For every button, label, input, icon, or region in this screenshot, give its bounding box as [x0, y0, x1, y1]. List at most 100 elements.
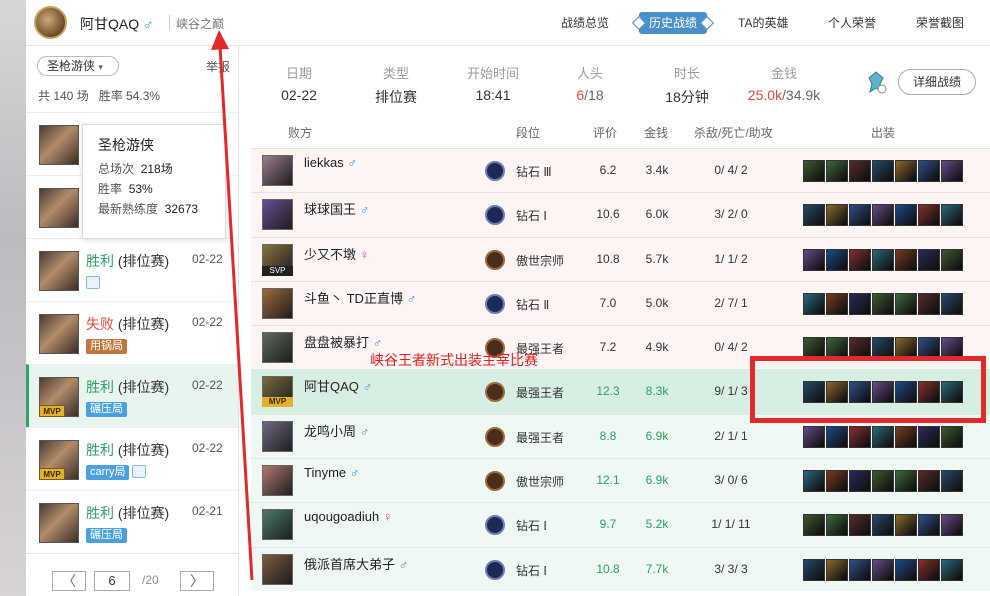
player-avatar[interactable] [262, 509, 293, 541]
item-icon[interactable] [826, 425, 848, 448]
item-icon[interactable] [803, 514, 825, 537]
item-icon[interactable] [895, 292, 917, 315]
item-icon[interactable] [803, 248, 825, 271]
item-icon[interactable] [826, 292, 848, 315]
player-avatar[interactable] [262, 465, 293, 497]
item-icon[interactable] [803, 470, 825, 493]
item-icon[interactable] [803, 204, 825, 227]
item-icon[interactable] [941, 558, 963, 581]
player-avatar[interactable] [262, 155, 293, 186]
prev-page-button[interactable]: 〈 [52, 571, 86, 591]
item-icon[interactable] [872, 248, 894, 271]
player-name[interactable]: 俄派首席大弟子 [304, 557, 395, 572]
item-icon[interactable] [895, 514, 917, 537]
item-icon[interactable] [826, 558, 848, 581]
item-icon[interactable] [872, 514, 894, 537]
table-row[interactable]: liekkas ♂ 钻石 Ⅲ 6.2 3.4k 0/ 4/ 2 [251, 148, 990, 193]
item-icon[interactable] [826, 248, 848, 271]
hero-filter-select[interactable]: 圣枪游侠 ▾ [37, 56, 119, 76]
item-icon[interactable] [941, 425, 963, 448]
item-icon[interactable] [849, 514, 871, 537]
page-number-input[interactable]: 6 [94, 571, 130, 591]
item-icon[interactable] [941, 470, 963, 493]
item-icon[interactable] [941, 292, 963, 315]
item-icon[interactable] [849, 425, 871, 448]
tab-heroes[interactable]: TA的英雄 [738, 12, 788, 34]
item-icon[interactable] [826, 160, 848, 182]
report-link[interactable]: 举报 [206, 58, 230, 75]
item-icon[interactable] [918, 292, 940, 315]
item-icon[interactable] [895, 470, 917, 493]
player-avatar[interactable] [262, 287, 293, 319]
player-name[interactable]: uqougoadiuh [304, 509, 379, 524]
match-item[interactable]: 失败 (排位赛) 02-22 用锅局 [26, 301, 238, 364]
item-icon[interactable] [895, 558, 917, 581]
item-icon[interactable] [918, 425, 940, 448]
tab-honor[interactable]: 个人荣誉 [828, 12, 876, 34]
item-icon[interactable] [849, 160, 871, 182]
item-icon[interactable] [941, 248, 963, 271]
tab-screenshots[interactable]: 荣誉截图 [916, 12, 964, 34]
item-icon[interactable] [849, 204, 871, 227]
item-icon[interactable] [803, 558, 825, 581]
player-name[interactable]: 阿甘QAQ [304, 379, 359, 394]
match-item[interactable]: MVP 胜利 (排位赛) 02-22 carry局 [26, 427, 238, 490]
item-icon[interactable] [826, 470, 848, 493]
player-name[interactable]: Tinyme [304, 465, 346, 480]
item-icon[interactable] [941, 160, 963, 182]
match-item[interactable]: 胜利 (排位赛) 02-22 [26, 238, 238, 301]
player-name[interactable]: 龙鸣小周 [304, 424, 356, 439]
rune-icon[interactable] [865, 70, 887, 96]
item-icon[interactable] [941, 514, 963, 537]
item-icon[interactable] [941, 204, 963, 227]
player-avatar[interactable] [262, 420, 293, 452]
table-row[interactable]: 斗鱼丶 TD正直博 ♂ 钻石 Ⅱ 7.0 5.0k 2/ 7/ 1 [251, 280, 990, 326]
item-icon[interactable] [918, 514, 940, 537]
item-icon[interactable] [872, 425, 894, 448]
player-name[interactable]: 盘盘被暴打 [304, 335, 369, 350]
item-icon[interactable] [872, 160, 894, 182]
item-icon[interactable] [895, 248, 917, 271]
player-name[interactable]: liekkas [304, 155, 344, 170]
match-item[interactable]: 胜利 (排位赛) 02-21 碾压局 [26, 490, 238, 553]
player-name[interactable]: 球球国王 [304, 202, 356, 217]
item-icon[interactable] [872, 470, 894, 493]
table-row[interactable]: Tinyme ♂ 傲世宗师 12.1 6.9k 3/ 0/ 6 [251, 458, 990, 503]
player-avatar[interactable] [262, 332, 293, 364]
item-icon[interactable] [918, 160, 940, 182]
item-icon[interactable] [872, 292, 894, 315]
item-icon[interactable] [895, 204, 917, 227]
item-icon[interactable] [918, 558, 940, 581]
table-row[interactable]: uqougoadiuh ♀ 钻石 Ⅰ 9.7 5.2k 1/ 1/ 11 [251, 502, 990, 547]
item-icon[interactable] [803, 160, 825, 182]
item-icon[interactable] [918, 204, 940, 227]
item-icon[interactable] [826, 204, 848, 227]
item-icon[interactable] [803, 425, 825, 448]
item-icon[interactable] [826, 514, 848, 537]
item-icon[interactable] [849, 292, 871, 315]
tab-history[interactable]: 历史战绩 [639, 12, 708, 34]
table-row[interactable]: 俄派首席大弟子 ♂ 钻石 Ⅰ 10.8 7.7k 3/ 3/ 3 [251, 546, 990, 591]
player-name[interactable]: 斗鱼丶 TD正直博 [304, 291, 403, 306]
table-row[interactable]: 球球国王 ♂ 钻石 Ⅰ 10.6 6.0k 3/ 2/ 0 [251, 192, 990, 237]
item-icon[interactable] [872, 558, 894, 581]
player-avatar[interactable] [262, 553, 293, 585]
tab-overview[interactable]: 战绩总览 [561, 12, 609, 34]
item-icon[interactable] [918, 248, 940, 271]
item-icon[interactable] [918, 470, 940, 493]
image-icon[interactable] [86, 276, 100, 289]
item-icon[interactable] [872, 204, 894, 227]
next-page-button[interactable]: 〉 [180, 571, 214, 591]
player-avatar[interactable] [262, 199, 293, 231]
item-icon[interactable] [895, 425, 917, 448]
match-item-selected[interactable]: MVP 胜利 (排位赛) 02-22 碾压局 [26, 364, 238, 427]
item-icon[interactable] [849, 248, 871, 271]
detail-stats-button[interactable]: 详细战绩 [898, 69, 976, 95]
item-icon[interactable] [803, 292, 825, 315]
item-icon[interactable] [849, 558, 871, 581]
item-icon[interactable] [895, 160, 917, 182]
table-row[interactable]: SVP 少又不墩 ♀ 傲世宗师 10.8 5.7k 1/ 1/ 2 [251, 236, 990, 281]
image-icon[interactable] [132, 465, 146, 478]
player-name[interactable]: 少又不墩 [304, 247, 356, 262]
profile-avatar[interactable] [34, 6, 67, 39]
